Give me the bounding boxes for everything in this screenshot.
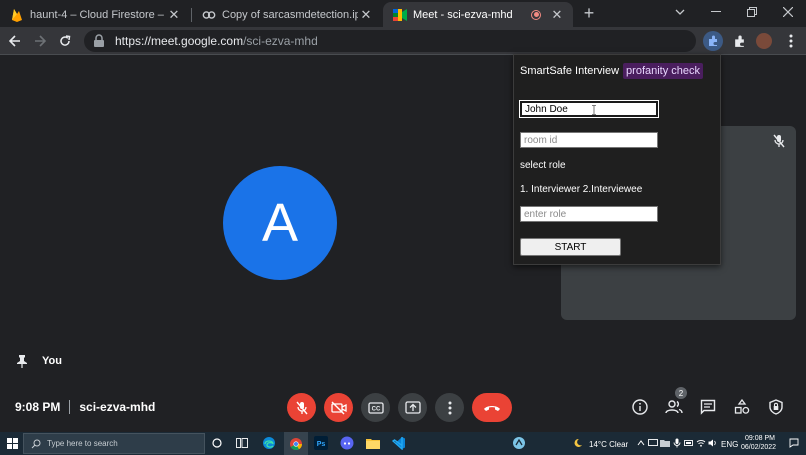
discord-icon[interactable] [339, 435, 355, 451]
meet-icon [393, 8, 407, 22]
new-tab-button[interactable]: + [580, 4, 598, 22]
reload-icon[interactable] [56, 32, 74, 50]
forward-icon[interactable] [31, 32, 49, 50]
extension-smartsafe-icon[interactable] [703, 31, 723, 51]
captions-button[interactable]: CC [361, 393, 390, 422]
people-icon [665, 400, 683, 414]
back-icon[interactable] [6, 32, 24, 50]
close-tab-icon[interactable]: ✕ [166, 7, 182, 23]
taskbar-search-box[interactable]: Type here to search [23, 433, 205, 454]
name-input[interactable] [519, 100, 659, 118]
tab-colab[interactable]: Copy of sarcasmdetection.ipynb ✕ [192, 2, 382, 27]
search-placeholder: Type here to search [47, 439, 118, 448]
close-window-icon[interactable] [770, 0, 806, 24]
present-icon [404, 400, 421, 414]
edge-icon[interactable] [261, 435, 277, 451]
mic-off-icon [772, 134, 786, 148]
popup-app-name: SmartSafe Interview [520, 65, 620, 77]
minimize-icon[interactable] [698, 0, 734, 24]
tab-title: Meet - sci-ezva-mhd [413, 8, 513, 21]
input-language[interactable]: ENG [721, 440, 738, 449]
select-role-label: select role [520, 160, 566, 171]
notifications-icon[interactable] [786, 435, 802, 451]
close-tab-icon[interactable]: ✕ [358, 7, 374, 23]
pin-icon[interactable] [16, 354, 30, 368]
meeting-info-button[interactable] [630, 397, 650, 417]
clock-date[interactable]: 06/02/2022 [741, 444, 776, 451]
profanity-tag: profanity check [623, 63, 704, 79]
firebase-icon [10, 8, 24, 22]
info-icon [632, 399, 648, 415]
activities-button[interactable] [732, 397, 752, 417]
address-bar[interactable]: https://meet.google.com/sci-ezva-mhd [84, 30, 696, 52]
tab-search-icon[interactable] [662, 0, 698, 24]
profile-avatar[interactable] [756, 33, 772, 49]
tab-title: Copy of sarcasmdetection.ipynb [222, 8, 358, 21]
meeting-details: 9:08 PM sci-ezva-mhd [15, 400, 155, 414]
activities-icon [734, 399, 750, 414]
tab-firestore[interactable]: haunt-4 – Cloud Firestore – Fireb ✕ [0, 2, 190, 27]
url-path: /sci-ezva-mhd [243, 34, 318, 48]
weather-moon-icon [570, 435, 586, 451]
svg-text:CC: CC [371, 406, 380, 412]
microphone-off-button[interactable] [287, 393, 316, 422]
mic-off-icon [295, 401, 308, 414]
smartsafe-popup: SmartSafe Interview profanity check sele… [513, 54, 721, 265]
chat-icon [700, 399, 716, 415]
captions-icon: CC [367, 401, 384, 414]
clock-time[interactable]: 09:08 PM [745, 435, 775, 442]
cortana-icon[interactable] [209, 435, 225, 451]
leave-call-button[interactable] [472, 393, 512, 422]
more-menu-icon[interactable] [782, 32, 800, 50]
self-name: You [42, 355, 62, 367]
present-screen-button[interactable] [398, 393, 427, 422]
browser-tab-strip: haunt-4 – Cloud Firestore – Fireb ✕ Copy… [0, 0, 806, 27]
task-view-icon[interactable] [234, 435, 250, 451]
file-explorer-icon[interactable] [365, 435, 381, 451]
tray-app-icon[interactable] [511, 435, 527, 451]
role-options-text: 1. Interviewer 2.Interviewee [520, 184, 643, 195]
more-vert-icon [448, 401, 451, 414]
lock-icon[interactable] [93, 34, 107, 48]
role-input[interactable] [520, 206, 658, 222]
people-button[interactable] [664, 397, 684, 417]
colab-icon [202, 8, 216, 22]
browser-toolbar: https://meet.google.com/sci-ezva-mhd [0, 27, 806, 55]
shield-lock-icon [769, 399, 783, 415]
chat-button[interactable] [698, 397, 718, 417]
svg-text:Ps: Ps [317, 441, 326, 448]
room-id-input[interactable] [520, 132, 658, 148]
meeting-code: sci-ezva-mhd [79, 400, 156, 414]
tab-meet[interactable]: Meet - sci-ezva-mhd ✕ [383, 2, 573, 27]
windows-taskbar: Type here to search Ps 14°C Clear ENG 09… [0, 432, 806, 455]
popup-header: SmartSafe Interview profanity check [520, 63, 704, 79]
tab-title: haunt-4 – Cloud Firestore – Fireb [30, 8, 166, 21]
more-options-button[interactable] [435, 393, 464, 422]
vscode-icon[interactable] [391, 435, 407, 451]
text-cursor-icon [592, 105, 596, 115]
close-tab-icon[interactable]: ✕ [549, 7, 565, 23]
photoshop-icon[interactable]: Ps [313, 435, 329, 451]
meeting-time: 9:08 PM [15, 400, 61, 414]
host-controls-button[interactable] [766, 397, 786, 417]
search-icon [31, 439, 41, 449]
hang-up-icon [484, 405, 500, 411]
windows-start-icon[interactable] [4, 435, 20, 451]
url-host: https://meet.google.com [115, 34, 244, 48]
volume-icon[interactable] [705, 435, 721, 451]
extensions-puzzle-icon[interactable] [730, 32, 748, 50]
meet-control-bar: 9:08 PM sci-ezva-mhd CC 2 [0, 387, 806, 427]
camera-off-button[interactable] [324, 393, 353, 422]
camera-off-icon [330, 401, 347, 414]
participant-avatar: A [223, 166, 337, 280]
divider [69, 400, 71, 414]
weather-text[interactable]: 14°C Clear [589, 440, 628, 449]
chrome-icon[interactable] [284, 432, 308, 455]
self-name-label: You [16, 354, 62, 368]
recording-icon [531, 9, 541, 20]
start-button[interactable]: START [520, 238, 621, 256]
restore-icon[interactable] [734, 0, 770, 24]
